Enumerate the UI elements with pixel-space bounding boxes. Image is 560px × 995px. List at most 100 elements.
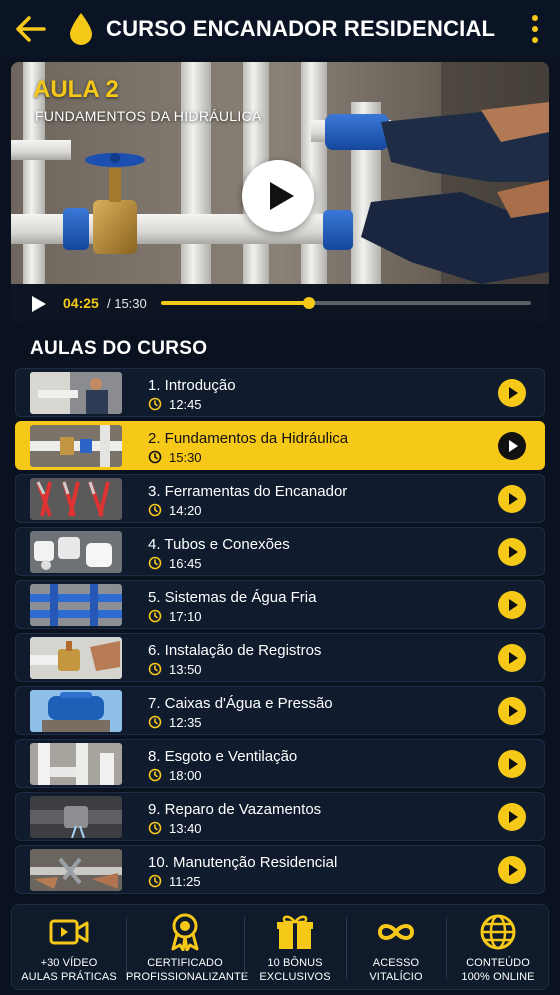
lesson-title: FUNDAMENTOS DA HIDRÁULICA — [35, 108, 262, 124]
feature-bonus-line2: EXCLUSIVOS — [259, 971, 331, 983]
lesson-duration: 17:10 — [169, 609, 202, 624]
clock-icon — [148, 503, 162, 517]
clock-icon — [148, 397, 162, 411]
clock-icon — [148, 609, 162, 623]
lesson-title: 4. Tubos e Conexões — [148, 536, 290, 553]
lesson-title: 7. Caixas d'Água e Pressão — [148, 695, 333, 712]
lesson-item[interactable]: 4. Tubos e Conexões 16:45 — [15, 527, 545, 576]
certificate-icon — [171, 913, 199, 951]
clock-icon — [148, 874, 162, 888]
more-menu-icon[interactable] — [528, 14, 542, 44]
lesson-duration: 13:50 — [169, 662, 202, 677]
lesson-play-button[interactable] — [498, 644, 526, 672]
lesson-play-button[interactable] — [498, 379, 526, 407]
lesson-item[interactable]: 9. Reparo de Vazamentos 13:40 — [15, 792, 545, 841]
back-arrow-icon[interactable] — [14, 14, 46, 44]
play-icon — [270, 182, 294, 210]
lesson-play-button[interactable] — [498, 591, 526, 619]
play-icon — [509, 387, 518, 399]
app-title: CURSO ENCANADOR RESIDENCIAL — [106, 16, 496, 41]
lesson-play-button[interactable] — [498, 697, 526, 725]
lesson-item[interactable]: 8. Esgoto e Ventilação 18:00 — [15, 739, 545, 788]
lesson-thumbnail-image — [30, 531, 122, 573]
clock-icon — [148, 556, 162, 570]
play-icon — [509, 811, 518, 823]
lesson-item[interactable]: 1. Introdução 12:45 — [15, 368, 545, 417]
player-controls: 04:25 / 15:30 — [11, 284, 549, 321]
lesson-title: 8. Esgoto e Ventilação — [148, 748, 298, 765]
clock-icon — [148, 768, 162, 782]
lesson-thumbnail-image — [30, 372, 122, 414]
feature-online-line1: CONTEÚDO — [466, 957, 530, 969]
feature-videos-line2: AULAS PRÁTICAS — [21, 971, 117, 983]
lesson-thumbnail-image — [30, 690, 122, 732]
lesson-thumbnail-image — [30, 796, 122, 838]
play-icon — [509, 440, 518, 452]
lesson-play-button[interactable] — [498, 432, 526, 460]
progress-handle[interactable] — [303, 297, 315, 309]
lesson-play-button[interactable] — [498, 803, 526, 831]
video-camera-icon — [49, 919, 89, 945]
feature-certificate-line2: PROFISSIONALIZANTE — [126, 971, 249, 983]
lesson-item[interactable]: 6. Instalação de Registros 13:50 — [15, 633, 545, 682]
lesson-thumbnail-image — [30, 743, 122, 785]
feature-online: CONTEÚDO 100% ONLINE — [446, 905, 550, 991]
lesson-play-button[interactable] — [498, 485, 526, 513]
lesson-play-button[interactable] — [498, 856, 526, 884]
lesson-item[interactable]: 2. Fundamentos da Hidráulica 15:30 — [15, 421, 545, 470]
lesson-thumbnail-image — [30, 478, 122, 520]
lesson-duration: 14:20 — [169, 503, 202, 518]
lesson-thumbnail-image — [30, 849, 122, 891]
feature-videos-line1: +30 VÍDEO — [40, 957, 98, 969]
total-time: / 15:30 — [107, 296, 147, 311]
lesson-duration: 15:30 — [169, 450, 202, 465]
lesson-duration: 11:25 — [169, 874, 201, 889]
play-button[interactable] — [242, 160, 314, 232]
feature-lifetime: ACESSO VITALÍCIO — [346, 905, 446, 991]
feature-videos: +30 VÍDEO AULAS PRÁTICAS — [12, 905, 126, 991]
section-title: AULAS DO CURSO — [30, 338, 208, 359]
lesson-title: 5. Sistemas de Água Fria — [148, 589, 317, 606]
lesson-title: 9. Reparo de Vazamentos — [148, 801, 322, 818]
play-icon — [509, 493, 518, 505]
gift-icon — [277, 915, 313, 949]
lesson-item[interactable]: 3. Ferramentas do Encanador 14:20 — [15, 474, 545, 523]
lesson-play-button[interactable] — [498, 750, 526, 778]
clock-icon — [148, 821, 162, 835]
feature-bonus: 10 BÔNUS EXCLUSIVOS — [244, 905, 346, 991]
lesson-duration: 18:00 — [169, 768, 202, 783]
play-icon — [509, 546, 518, 558]
progress-fill — [161, 301, 309, 305]
infinity-icon — [377, 924, 415, 940]
lesson-title: 1. Introdução — [148, 377, 236, 394]
lesson-item[interactable]: 5. Sistemas de Água Fria 17:10 — [15, 580, 545, 629]
feature-lifetime-line1: ACESSO — [372, 957, 420, 969]
feature-certificate-line1: CERTIFICADO — [147, 957, 223, 969]
clock-icon — [148, 450, 162, 464]
lesson-duration: 16:45 — [169, 556, 202, 571]
current-time: 04:25 — [63, 295, 99, 311]
play-icon — [509, 705, 518, 717]
lesson-title: 3. Ferramentas do Encanador — [148, 483, 348, 500]
play-icon — [509, 758, 518, 770]
lesson-play-button[interactable] — [498, 538, 526, 566]
play-icon — [509, 599, 518, 611]
progress-bar[interactable] — [161, 297, 531, 309]
play-icon[interactable] — [31, 295, 47, 313]
feature-certificate: CERTIFICADO PROFISSIONALIZANTE — [126, 905, 249, 991]
lesson-thumbnail-image — [30, 425, 122, 467]
play-icon — [509, 652, 518, 664]
app-header: CURSO ENCANADOR RESIDENCIAL — [0, 0, 560, 58]
lesson-title: 10. Manutenção Residencial — [148, 854, 338, 871]
lesson-thumbnail-image — [30, 637, 122, 679]
lesson-duration: 12:35 — [169, 715, 202, 730]
lesson-item[interactable]: 7. Caixas d'Água e Pressão 12:35 — [15, 686, 545, 735]
features-bar: +30 VÍDEO AULAS PRÁTICAS CERTIFICADO PRO… — [11, 904, 549, 990]
lesson-duration: 12:45 — [169, 397, 202, 412]
lesson-item[interactable]: 10. Manutenção Residencial 11:25 — [15, 845, 545, 894]
lesson-title: 6. Instalação de Registros — [148, 642, 322, 659]
feature-lifetime-line2: VITALÍCIO — [369, 971, 423, 983]
lesson-thumbnail-image — [30, 584, 122, 626]
lesson-number: AULA 2 — [33, 76, 119, 103]
video-player[interactable]: AULA 2 FUNDAMENTOS DA HIDRÁULICA 04:25 /… — [11, 62, 549, 321]
